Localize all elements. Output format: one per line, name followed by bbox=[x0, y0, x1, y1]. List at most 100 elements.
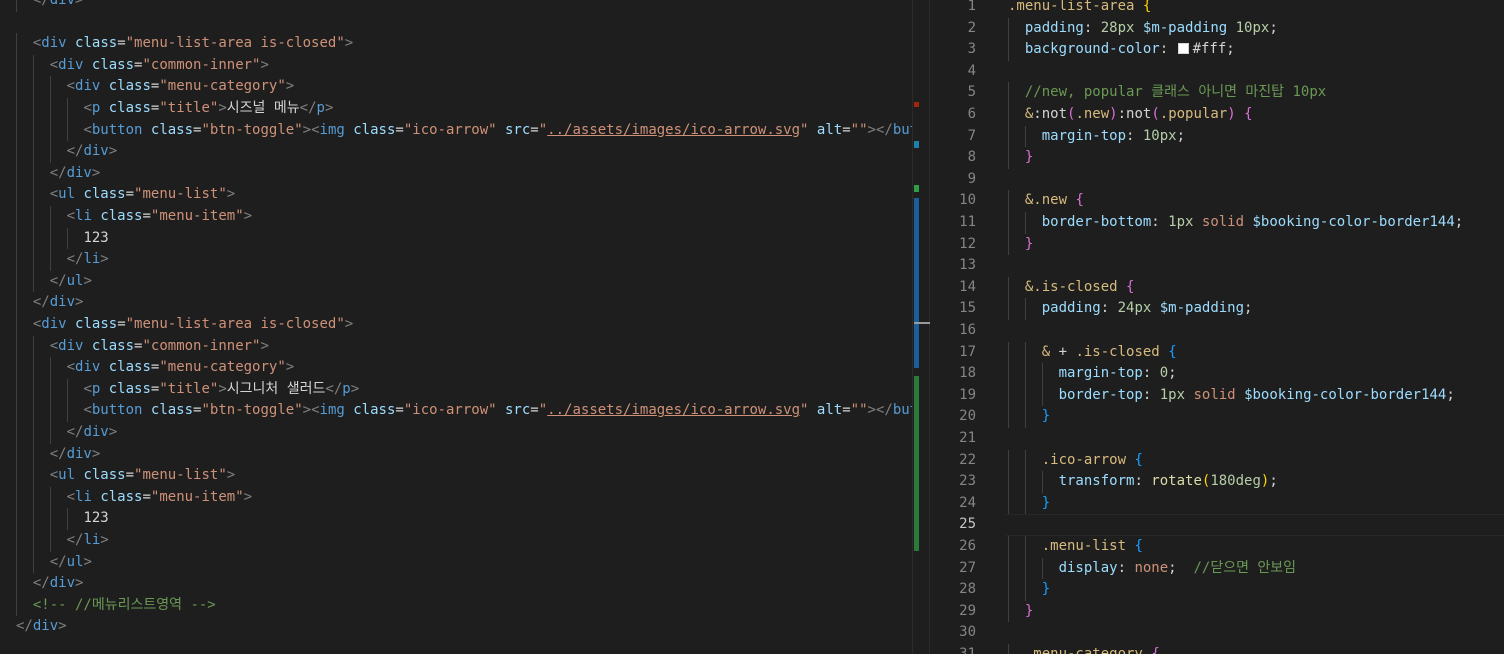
code-token: solid bbox=[1201, 214, 1245, 230]
code-token: 180deg bbox=[1210, 473, 1261, 490]
code-line[interactable]: 15 padding: 24px $m-padding; bbox=[930, 298, 1504, 320]
code-token: > bbox=[100, 532, 109, 548]
indent-guide bbox=[1008, 471, 1009, 493]
code-line[interactable]: 2 padding: 28px $m-padding 10px; bbox=[930, 17, 1504, 40]
indent-guide bbox=[16, 33, 17, 55]
code-token: button bbox=[892, 402, 912, 419]
code-line[interactable]: 12} bbox=[930, 233, 1504, 256]
indent-guide bbox=[32, 357, 34, 379]
code-line[interactable]: 22 .ico-arrow { bbox=[930, 449, 1504, 472]
code-line[interactable]: 27 display: none; //닫으면 안보임 bbox=[930, 557, 1504, 580]
code-line[interactable]: 6 &:not(.new):not(.popular) { bbox=[930, 104, 1504, 126]
code-token: > bbox=[75, 575, 84, 592]
indent-guide bbox=[1008, 341, 1009, 364]
code-line[interactable]: 21 bbox=[930, 428, 1504, 450]
indent-guide bbox=[16, 486, 17, 509]
code-line[interactable]: 1 .menu-list-area { bbox=[930, 0, 1504, 18]
code-token: img bbox=[319, 402, 345, 419]
code-line[interactable]: 18 margin-top: 0; bbox=[930, 363, 1504, 385]
indent-guide bbox=[16, 551, 17, 574]
code-text: &.new { bbox=[1025, 190, 1084, 212]
code-text: </div> bbox=[67, 141, 118, 163]
code-token: { bbox=[1134, 538, 1143, 554]
indent-guide bbox=[49, 422, 51, 444]
code-token: < bbox=[311, 121, 320, 138]
indent-guide bbox=[16, 530, 17, 552]
code-line[interactable]: 3 background-color: #fff; bbox=[930, 39, 1504, 61]
indent-guide bbox=[1008, 363, 1009, 385]
code-token: ../assets/images/ico-arrow.svg bbox=[547, 402, 801, 419]
code-token: rotate bbox=[1151, 473, 1202, 490]
indent-guide bbox=[32, 443, 34, 466]
indent-guide bbox=[32, 54, 34, 77]
code-token: 28px bbox=[1100, 19, 1135, 36]
code-line[interactable]: 23 transform: rotate(180deg); bbox=[930, 471, 1504, 493]
code-token: div bbox=[75, 359, 101, 376]
code-line[interactable]: 24} bbox=[930, 492, 1504, 515]
code-token: class bbox=[100, 208, 143, 224]
line-number: 2 bbox=[967, 19, 976, 36]
code-line[interactable]: 7 margin-top: 10px; bbox=[930, 125, 1504, 148]
indent-guide bbox=[1008, 104, 1009, 126]
code-line[interactable]: 11 border-bottom: 1px solid $booking-colo… bbox=[930, 212, 1504, 234]
code-token: div bbox=[83, 424, 109, 440]
code-token: none bbox=[1134, 559, 1169, 576]
code-line[interactable]: 26 .menu-list { bbox=[930, 536, 1504, 558]
line-number: 5 bbox=[967, 84, 976, 101]
indent-guide bbox=[1024, 557, 1026, 580]
code-token: .ico-arrow bbox=[1041, 451, 1127, 468]
indent-guide bbox=[32, 270, 34, 293]
color-swatch[interactable] bbox=[1177, 43, 1189, 55]
code-text: .menu-list { bbox=[1042, 536, 1143, 558]
code-token: > bbox=[91, 164, 101, 181]
html-editor-pane[interactable]: </div> <div class="menu-list-area is-clos… bbox=[0, 0, 912, 654]
indent-guide bbox=[1008, 644, 1009, 654]
code-token: > bbox=[350, 380, 360, 397]
editor-overview-ruler[interactable] bbox=[912, 0, 930, 654]
code-line[interactable]: 29} bbox=[930, 600, 1504, 623]
code-line[interactable]: 9 bbox=[930, 169, 1504, 191]
code-token: 10px bbox=[1235, 19, 1270, 36]
code-line[interactable]: 19 border-top: 1px solid $booking-color-b… bbox=[930, 384, 1504, 407]
indent-guide bbox=[16, 335, 17, 358]
code-token: &.is-closed bbox=[1024, 278, 1118, 295]
code-line[interactable]: 5 //new, popular 클래스 아니면 마진탑 10px bbox=[930, 82, 1504, 104]
code-text: 123 bbox=[83, 508, 108, 530]
code-line[interactable]: 10 &.new { bbox=[930, 190, 1504, 212]
code-line[interactable]: 17 & + .is-closed { bbox=[930, 341, 1504, 364]
code-token: </ bbox=[66, 532, 84, 548]
indent-guide bbox=[32, 119, 34, 142]
code-line[interactable]: 13 bbox=[930, 255, 1504, 277]
code-line[interactable]: 4 bbox=[930, 61, 1504, 83]
code-text: </li> bbox=[67, 530, 109, 552]
code-line[interactable]: 28} bbox=[930, 579, 1504, 601]
code-token: > bbox=[226, 467, 236, 484]
code-token: :not bbox=[1033, 106, 1068, 122]
code-line[interactable]: 25 bbox=[930, 514, 1504, 536]
code-text: } bbox=[1025, 601, 1033, 623]
code-text: border-bottom: 1px solid $booking-color-… bbox=[1042, 212, 1464, 234]
code-line[interactable]: 16 bbox=[930, 320, 1504, 342]
line-number: 27 bbox=[959, 559, 976, 576]
line-number: 17 bbox=[959, 343, 976, 360]
code-line[interactable]: 30 bbox=[930, 622, 1504, 644]
code-line[interactable]: 31 .menu-category { bbox=[930, 644, 1504, 654]
indent-guide bbox=[49, 76, 51, 98]
scrollbar-slider[interactable] bbox=[914, 322, 930, 324]
code-token: .menu-category bbox=[1024, 646, 1143, 654]
code-line[interactable]: 14 &.is-closed { bbox=[930, 276, 1504, 299]
code-token: class bbox=[91, 337, 135, 354]
code-line[interactable]: 20} bbox=[930, 406, 1504, 428]
code-text: } bbox=[1025, 234, 1033, 256]
code-line[interactable]: 8} bbox=[930, 147, 1504, 169]
code-token: = bbox=[117, 316, 126, 332]
code-text: <div class="menu-list-area is-closed"> bbox=[33, 33, 353, 55]
code-token: div bbox=[49, 0, 76, 8]
scss-editor-pane[interactable]: 1 .menu-list-area {2 padding: 28px $m-padd… bbox=[930, 0, 1504, 654]
code-token: :not bbox=[1117, 106, 1152, 122]
